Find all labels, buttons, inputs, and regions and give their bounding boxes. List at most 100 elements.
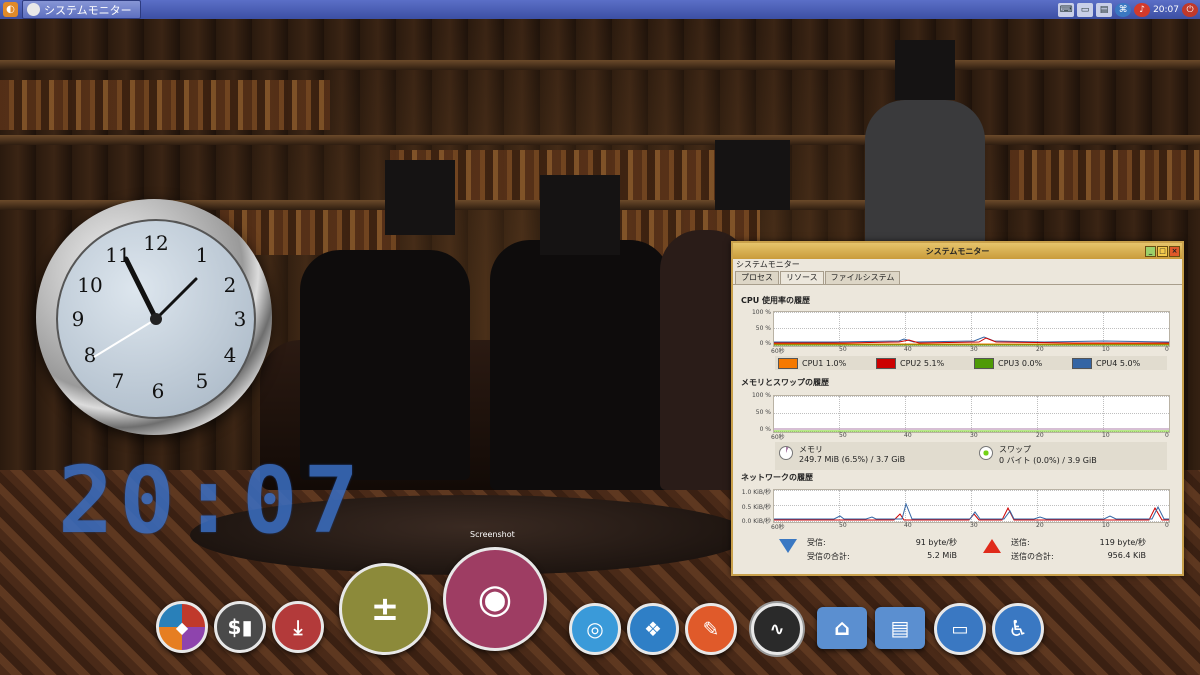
axis-label: 20 <box>1036 432 1044 439</box>
axis-label: 30 <box>970 346 978 353</box>
menubar: システムモニター <box>733 259 1182 271</box>
axis-label: 0.5 KiB/秒 <box>741 504 771 511</box>
desktop-icon[interactable]: ▤ <box>1096 2 1113 17</box>
axis-label: 100 % <box>751 309 771 316</box>
swap-value: 0 バイト (0.0%) / 3.9 GiB <box>999 456 1097 465</box>
axis-label: 20 <box>1036 346 1044 353</box>
received-total: 5.2 MiB <box>927 551 957 560</box>
sent-rate: 119 byte/秒 <box>1099 538 1146 547</box>
taskbar-button-system-monitor[interactable]: システムモニター <box>22 0 141 19</box>
tab-bar: プロセス リソース ファイルシステム <box>733 271 1182 285</box>
memory-legend-text: メモリ 249.7 MiB (6.5%) / 3.7 GiB <box>799 444 905 464</box>
power-icon[interactable]: ⏻ <box>1182 2 1198 17</box>
panel-clock[interactable]: 20:07 <box>1153 5 1179 15</box>
figure <box>300 250 470 480</box>
clock-hands <box>93 256 198 358</box>
keyboard-icon[interactable]: ⌨ <box>1058 2 1075 17</box>
analog-clock-widget[interactable]: 12 1 2 3 4 5 6 7 8 9 10 11 <box>36 199 272 435</box>
color-swatch[interactable] <box>876 357 896 369</box>
axis-label: 10 <box>1102 522 1110 529</box>
swap-legend-item: スワップ 0 バイト (0.0%) / 3.9 GiB <box>975 444 1165 466</box>
display-icon[interactable]: ▭ <box>934 603 986 655</box>
axis-label: 30 <box>970 522 978 529</box>
cpu3-legend: CPU3 0.0% <box>971 357 1069 369</box>
calculator-icon[interactable]: ± <box>339 563 431 655</box>
sent-total: 956.4 KiB <box>1107 551 1146 560</box>
received-block: 受信: 91 byte/秒 受信の合計: 5.2 MiB <box>807 537 957 562</box>
figure <box>490 240 670 490</box>
axis-label: 40 <box>904 522 912 529</box>
window-list-icon[interactable]: ▭ <box>1077 2 1094 17</box>
axis-label: 30 <box>970 432 978 439</box>
accessibility-icon[interactable]: ♿ <box>992 603 1044 655</box>
axis-label: 50 <box>839 522 847 529</box>
received-rate: 91 byte/秒 <box>915 538 957 547</box>
tab-filesystems[interactable]: ファイルシステム <box>824 271 901 284</box>
color-swatch[interactable] <box>974 357 994 369</box>
close-icon[interactable]: × <box>1169 246 1180 257</box>
app-menu-icon[interactable]: ◐ <box>3 2 18 17</box>
memory-pie-icon[interactable] <box>779 446 793 460</box>
cpu4-legend: CPU4 5.0% <box>1069 357 1167 369</box>
top-panel: ◐ システムモニター ⌨ ▭ ▤ ⌘ ♪ 20:07 ⏻ <box>0 0 1200 19</box>
screenshot-label: Screenshot <box>470 530 515 539</box>
clock-face: 12 1 2 3 4 5 6 7 8 9 10 11 <box>56 219 256 419</box>
download-icon[interactable]: ⤓ <box>272 601 324 653</box>
menu-item-system-monitor[interactable]: システムモニター <box>736 260 800 269</box>
software-center-icon[interactable]: ◆ <box>156 601 208 653</box>
axis-label: 60秒 <box>771 524 785 531</box>
top-hat <box>895 40 955 100</box>
dropbox-icon[interactable]: ❖ <box>627 603 679 655</box>
camera-icon[interactable]: ◉ <box>443 547 547 651</box>
axis-label: 50 % <box>755 325 771 332</box>
volume-icon[interactable]: ♪ <box>1134 2 1151 17</box>
home-folder-icon[interactable]: ⌂ <box>817 607 867 649</box>
legend-value: 5.1% <box>923 358 945 368</box>
axis-label: 60秒 <box>771 348 785 355</box>
system-monitor-icon <box>27 3 40 16</box>
axis-label: 20 <box>1036 522 1044 529</box>
digital-clock-widget: 20:07 <box>58 447 365 554</box>
network-icon[interactable]: ⌘ <box>1115 2 1132 17</box>
network-history-title: ネットワークの履歴 <box>741 473 813 482</box>
legend-label: CPU3 <box>998 358 1020 368</box>
top-hat <box>540 175 620 255</box>
chrome-icon[interactable]: ◎ <box>569 603 621 655</box>
color-swatch[interactable] <box>1072 357 1092 369</box>
received-label: 受信: <box>807 538 826 547</box>
memory-label: メモリ <box>799 445 823 454</box>
axis-label: 40 <box>904 432 912 439</box>
legend-value: 1.0% <box>825 358 847 368</box>
bookshelf <box>0 135 1200 145</box>
system-tray: ⌨ ▭ ▤ ⌘ ♪ 20:07 ⏻ <box>1058 0 1200 19</box>
received-total-label: 受信の合計: <box>807 552 850 561</box>
sent-total-label: 送信の合計: <box>1011 552 1054 561</box>
axis-label: 10 <box>1102 346 1110 353</box>
color-swatch[interactable] <box>778 357 798 369</box>
minimize-icon[interactable]: _ <box>1145 246 1156 257</box>
taskbar-button-label: システムモニター <box>44 3 132 17</box>
system-monitor-window: システムモニター _ □ × システムモニター プロセス リソース ファイルシス… <box>731 241 1184 576</box>
cpu-graph <box>773 311 1170 347</box>
maximize-icon[interactable]: □ <box>1157 246 1168 257</box>
legend-value: 5.0% <box>1119 358 1141 368</box>
tab-resources[interactable]: リソース <box>780 271 824 284</box>
finance-icon[interactable]: $▮ <box>214 601 266 653</box>
system-monitor-icon[interactable]: ∿ <box>751 603 803 655</box>
cpu2-legend: CPU2 5.1% <box>873 357 971 369</box>
tab-processes[interactable]: プロセス <box>735 271 779 284</box>
axis-label: 10 <box>1102 432 1110 439</box>
axis-label: 60秒 <box>771 434 785 441</box>
axis-label: 0.0 KiB/秒 <box>741 518 771 525</box>
axis-label: 40 <box>904 346 912 353</box>
memory-legend: メモリ 249.7 MiB (6.5%) / 3.7 GiB スワップ 0 バイ… <box>775 442 1167 470</box>
window-titlebar[interactable]: システムモニター _ □ × <box>733 243 1182 259</box>
pencil-icon[interactable]: ✎ <box>685 603 737 655</box>
books <box>0 80 330 130</box>
axis-label: 0 % <box>759 426 771 433</box>
network-legend: 受信: 91 byte/秒 受信の合計: 5.2 MiB 送信: 119 byte/秒… <box>775 535 1167 563</box>
cpu-legend: CPU1 1.0% CPU2 5.1% CPU3 0.0% CPU4 5.0% <box>775 356 1167 370</box>
documents-folder-icon[interactable]: ▤ <box>875 607 925 649</box>
window-title: システムモニター <box>925 246 990 256</box>
swap-pie-icon[interactable] <box>979 446 993 460</box>
